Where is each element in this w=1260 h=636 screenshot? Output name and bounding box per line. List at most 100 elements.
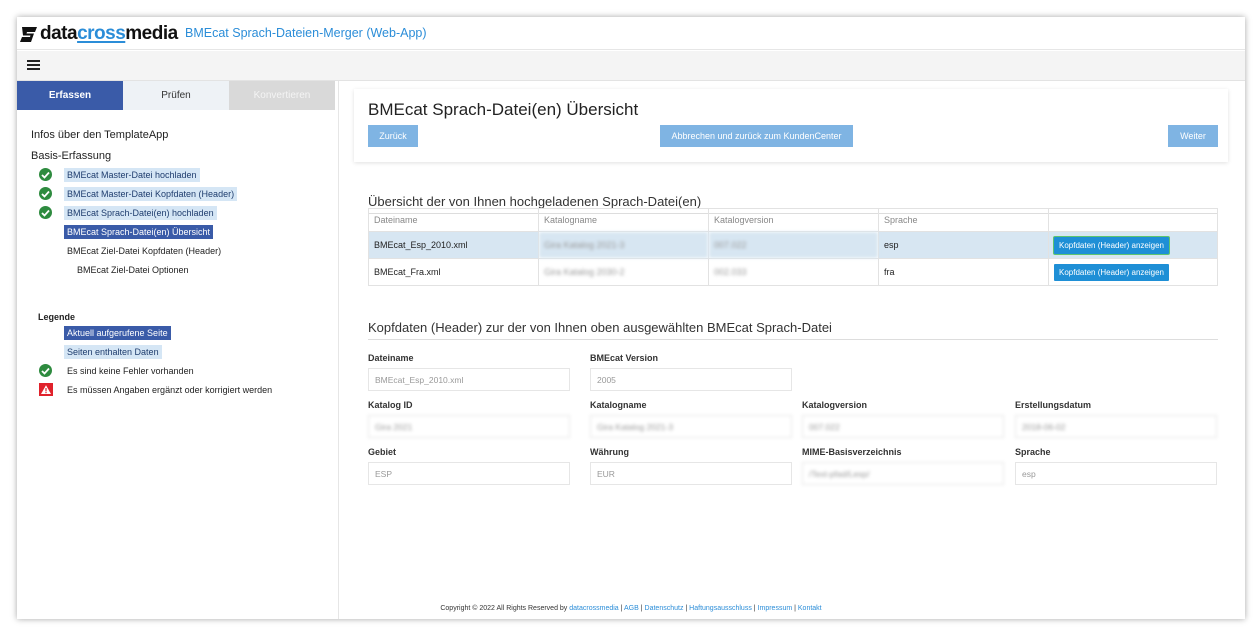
col-header-action bbox=[1048, 208, 1218, 232]
info-link[interactable]: Infos über den TemplateApp bbox=[31, 129, 168, 141]
field-katalogversion[interactable]: 007.022 bbox=[802, 415, 1004, 438]
back-button[interactable]: Zurück bbox=[368, 125, 418, 147]
logo-text-media: media bbox=[125, 23, 178, 44]
step-language-upload: BMEcat Sprach-Datei(en) hochladen bbox=[39, 205, 217, 220]
field-bmecat-version[interactable]: 2005 bbox=[590, 368, 792, 391]
cell-version: 002.033 bbox=[708, 258, 879, 286]
legend-has-data-label: Seiten enthalten Daten bbox=[64, 344, 162, 359]
footer-link-impressum[interactable]: Impressum bbox=[758, 605, 793, 612]
cancel-button[interactable]: Abbrechen und zurück zum KundenCenter bbox=[660, 125, 853, 147]
footer-link-agb[interactable]: AGB bbox=[624, 605, 639, 612]
header-section-title: Kopfdaten (Header) zur der von Ihnen obe… bbox=[368, 320, 832, 335]
cell-version: 007.022 bbox=[708, 231, 879, 259]
footer-link-datenschutz[interactable]: Datenschutz bbox=[645, 605, 684, 612]
legend-no-errors-label: Es sind keine Fehler vorhanden bbox=[67, 365, 194, 376]
footer: Copyright © 2022 All Rights Reserved by … bbox=[440, 605, 822, 612]
logo-text-cross: cross bbox=[77, 23, 126, 44]
label-katalogname: Katalogname bbox=[590, 400, 647, 410]
legend-warning: Es müssen Angaben ergänzt oder korrigier… bbox=[39, 382, 275, 397]
sidebar: Erfassen Prüfen Konvertieren Infos über … bbox=[17, 81, 339, 619]
table-row[interactable]: BMEcat_Fra.xml Gira Katalog 2030-2 002.0… bbox=[368, 258, 1218, 286]
step-target-header: BMEcat Ziel-Datei Kopfdaten (Header) bbox=[64, 243, 224, 258]
cell-action: Kopfdaten (Header) anzeigen bbox=[1048, 231, 1218, 259]
label-erstellungsdatum: Erstellungsdatum bbox=[1015, 400, 1092, 410]
col-header-katalogversion: Katalogversion bbox=[708, 208, 879, 232]
upload-section-title: Übersicht der von Ihnen hochgeladenen Sp… bbox=[368, 194, 702, 209]
table-row[interactable]: BMEcat_Esp_2010.xml Gira Katalog 2021-3 … bbox=[368, 231, 1218, 259]
label-sprache: Sprache bbox=[1015, 447, 1051, 457]
page-header-card: BMEcat Sprach-Datei(en) Übersicht Zurück… bbox=[354, 89, 1228, 162]
field-mime[interactable]: /Text-pfad/Lesp/ bbox=[802, 462, 1004, 485]
next-button[interactable]: Weiter bbox=[1168, 125, 1218, 147]
cell-action: Kopfdaten (Header) anzeigen bbox=[1048, 258, 1218, 286]
legend-has-data: Seiten enthalten Daten bbox=[64, 344, 162, 359]
footer-link-haftungsausschluss[interactable]: Haftungsausschluss bbox=[689, 605, 752, 612]
step-master-upload: BMEcat Master-Datei hochladen bbox=[39, 167, 200, 182]
company-logo[interactable]: data cross media bbox=[20, 23, 178, 45]
legend-no-errors: Es sind keine Fehler vorhanden bbox=[39, 363, 197, 378]
step-label[interactable]: BMEcat Master-Datei hochladen bbox=[64, 167, 200, 182]
check-circle-icon bbox=[39, 168, 52, 181]
col-header-katalogname: Katalogname bbox=[538, 208, 709, 232]
legend-warning-label: Es müssen Angaben ergänzt oder korrigier… bbox=[67, 384, 273, 395]
hamburger-menu-icon[interactable] bbox=[27, 60, 40, 70]
divider bbox=[368, 339, 1218, 340]
check-circle-icon bbox=[39, 364, 52, 377]
footer-link-kontakt[interactable]: Kontakt bbox=[798, 605, 822, 612]
label-bmecat-version: BMEcat Version bbox=[590, 353, 659, 363]
step-language-overview: BMEcat Sprach-Datei(en) Übersicht bbox=[64, 224, 214, 239]
footer-link-datacrossmedia[interactable]: datacrossmedia bbox=[569, 605, 618, 612]
basis-erfassung-heading: Basis-Erfassung bbox=[31, 150, 112, 162]
warning-icon bbox=[39, 383, 53, 396]
step-label[interactable]: BMEcat Master-Datei Kopfdaten (Header) bbox=[64, 186, 238, 201]
tab-pruefen[interactable]: Prüfen bbox=[123, 81, 229, 110]
main-content: BMEcat Sprach-Datei(en) Übersicht Zurück… bbox=[340, 81, 1245, 619]
logo-text-data: data bbox=[40, 23, 78, 44]
page-title: BMEcat Sprach-Datei(en) Übersicht bbox=[368, 100, 639, 119]
label-waehrung: Währung bbox=[590, 447, 629, 457]
field-waehrung[interactable]: EUR bbox=[590, 462, 792, 485]
col-header-sprache: Sprache bbox=[878, 208, 1049, 232]
step-label-current[interactable]: BMEcat Sprach-Datei(en) Übersicht bbox=[64, 224, 214, 239]
show-header-button[interactable]: Kopfdaten (Header) anzeigen bbox=[1054, 263, 1169, 281]
label-gebiet: Gebiet bbox=[368, 447, 397, 457]
app-window: data cross media BMEcat Sprach-Dateien-Mer… bbox=[17, 17, 1245, 619]
cell-lang: fra bbox=[878, 258, 1049, 286]
cell-file: BMEcat_Esp_2010.xml bbox=[368, 231, 539, 259]
show-header-button[interactable]: Kopfdaten (Header) anzeigen bbox=[1054, 236, 1169, 254]
legend-current-label: Aktuell aufgerufene Seite bbox=[64, 325, 171, 340]
step-label[interactable]: BMEcat Sprach-Datei(en) hochladen bbox=[64, 205, 217, 220]
language-files-table: Dateiname Katalogname Katalogversion Spr… bbox=[368, 208, 1218, 286]
menu-bar bbox=[17, 51, 1245, 81]
label-katalog-id: Katalog ID bbox=[368, 400, 413, 410]
tab-konvertieren: Konvertieren bbox=[229, 81, 335, 110]
field-gebiet[interactable]: ESP bbox=[368, 462, 570, 485]
cell-file: BMEcat_Fra.xml bbox=[368, 258, 539, 286]
field-katalog-id[interactable]: Gira 2021 bbox=[368, 415, 570, 438]
field-sprache[interactable]: esp bbox=[1015, 462, 1217, 485]
step-label[interactable]: BMEcat Ziel-Datei Optionen bbox=[74, 263, 192, 277]
col-header-dateiname: Dateiname bbox=[368, 208, 539, 232]
step-master-header: BMEcat Master-Datei Kopfdaten (Header) bbox=[39, 186, 238, 201]
legend-title: Legende bbox=[38, 312, 76, 322]
step-target-options: BMEcat Ziel-Datei Optionen bbox=[74, 262, 192, 277]
field-erstellungsdatum[interactable]: 2018-06-02 bbox=[1015, 415, 1217, 438]
step-label[interactable]: BMEcat Ziel-Datei Kopfdaten (Header) bbox=[64, 244, 224, 258]
tab-erfassen[interactable]: Erfassen bbox=[17, 81, 123, 110]
cell-catalog: Gira Katalog 2021-3 bbox=[538, 231, 709, 259]
cell-catalog: Gira Katalog 2030-2 bbox=[538, 258, 709, 286]
check-circle-icon bbox=[39, 187, 52, 200]
top-bar: data cross media BMEcat Sprach-Dateien-Mer… bbox=[17, 17, 1245, 50]
label-katalogversion: Katalogversion bbox=[802, 400, 868, 410]
footer-copyright: Copyright © 2022 All Rights Reserved by bbox=[440, 605, 568, 612]
logo-mark-icon bbox=[20, 26, 37, 42]
cell-lang: esp bbox=[878, 231, 1049, 259]
app-title[interactable]: BMEcat Sprach-Dateien-Merger (Web-App) bbox=[185, 26, 427, 40]
field-dateiname[interactable]: BMEcat_Esp_2010.xml bbox=[368, 368, 570, 391]
workflow-tabs: Erfassen Prüfen Konvertieren bbox=[17, 81, 338, 110]
table-header-row: Dateiname Katalogname Katalogversion Spr… bbox=[368, 208, 1218, 232]
label-dateiname: Dateiname bbox=[368, 353, 414, 363]
field-katalogname[interactable]: Gira Katalog 2021-3 bbox=[590, 415, 792, 438]
check-circle-icon bbox=[39, 206, 52, 219]
legend-current: Aktuell aufgerufene Seite bbox=[64, 325, 171, 340]
